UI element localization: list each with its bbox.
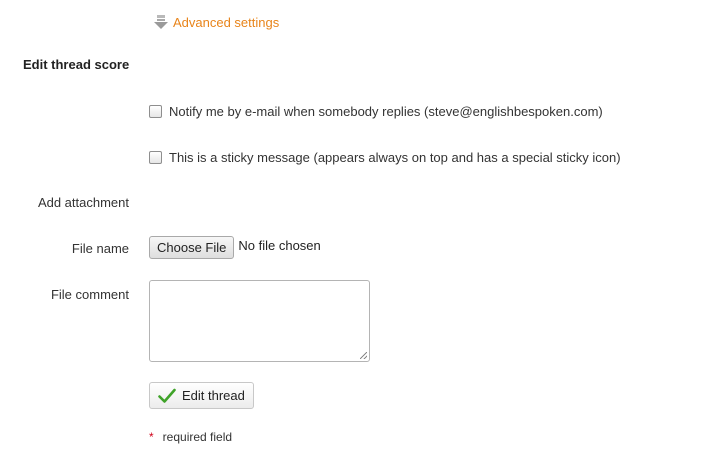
edit-thread-form: Advanced settings Edit thread score Noti… [0,0,707,466]
edit-thread-button[interactable]: Edit thread [149,382,254,409]
resize-grip[interactable] [360,352,367,359]
required-text: required field [162,430,233,444]
choose-file-button[interactable]: Choose File [149,236,235,259]
notify-label[interactable]: Notify me by e-mail when somebody replie… [169,104,603,119]
sticky-label[interactable]: This is a sticky message (appears always… [169,150,621,165]
checkmark-icon [158,388,176,403]
notify-option[interactable]: Notify me by e-mail when somebody replie… [149,104,603,119]
advanced-settings-link[interactable]: Advanced settings [152,13,279,31]
file-status: No file chosen [238,238,321,253]
sticky-option[interactable]: This is a sticky message (appears always… [149,150,621,165]
arrow-down-icon [154,15,168,29]
file-comment-textarea[interactable] [149,280,370,362]
advanced-settings-label[interactable]: Advanced settings [173,15,279,30]
required-note: * required field [149,430,232,444]
notify-checkbox[interactable] [149,105,162,118]
add-attachment-heading: Add attachment [37,195,129,210]
file-name-label: File name [71,241,129,256]
file-comment-label: File comment [50,287,129,302]
required-marker: * [149,430,154,444]
file-input[interactable]: Choose File No file chosen [149,236,321,259]
edit-thread-label[interactable]: Edit thread [182,388,245,403]
sticky-checkbox[interactable] [149,151,162,164]
section-title: Edit thread score [23,57,130,72]
